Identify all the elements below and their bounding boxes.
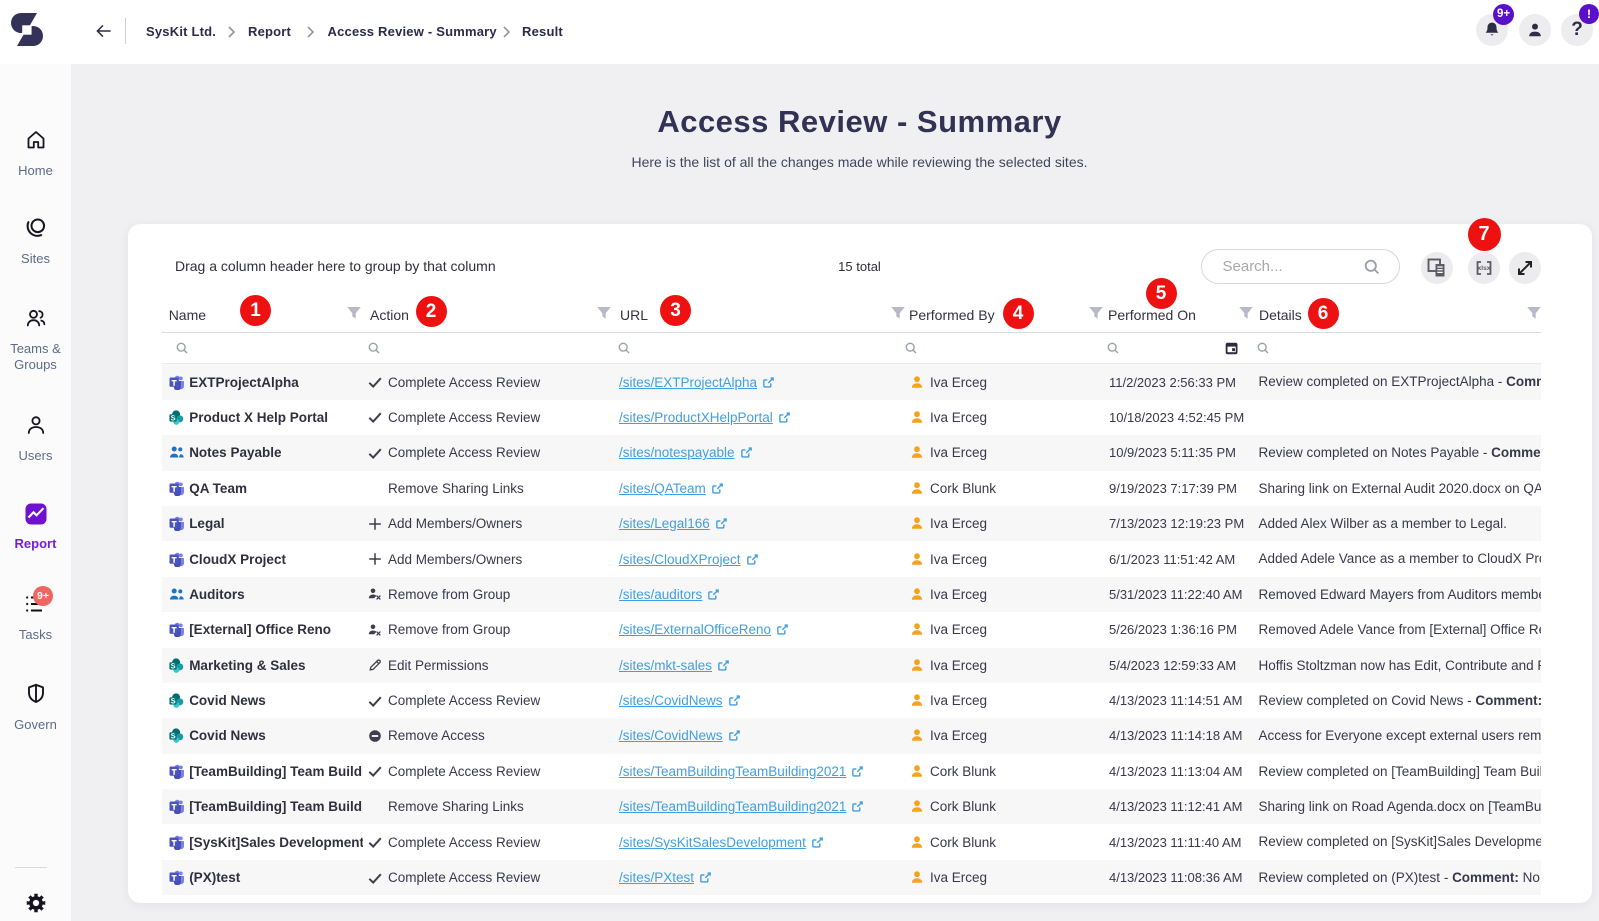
svg-text:xlsx: xlsx [1478,265,1491,272]
